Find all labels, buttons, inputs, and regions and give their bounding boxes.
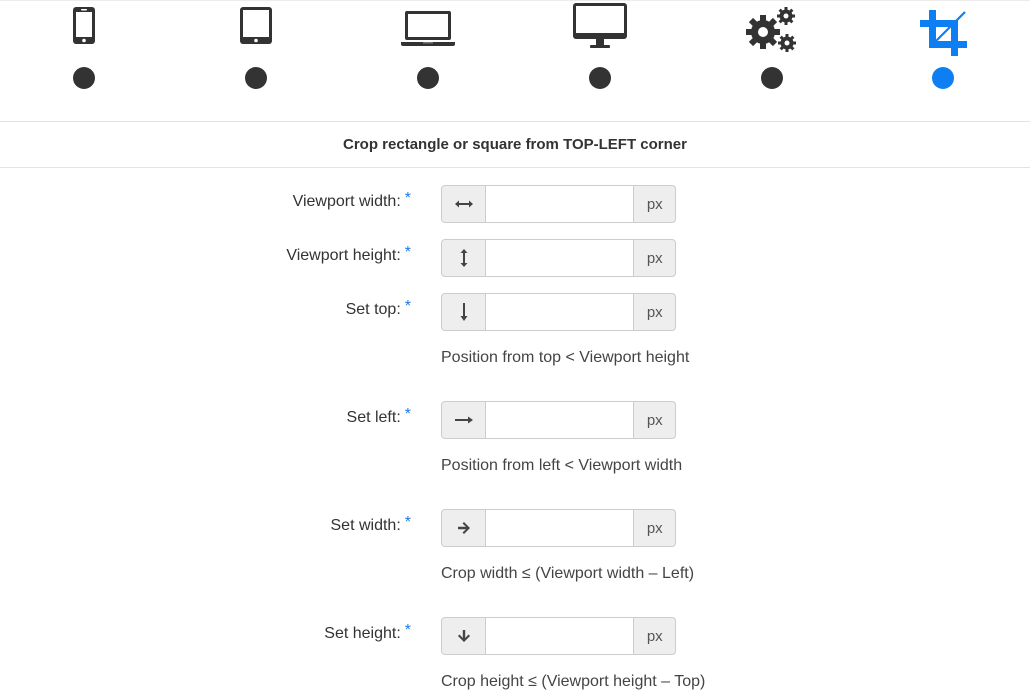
viewport-height-input-group: px (441, 239, 676, 277)
set-left-input-group: px (441, 401, 676, 439)
viewport-height-label: Viewport height: * (286, 244, 411, 264)
desktop-monitor-icon (573, 3, 627, 48)
set-height-input[interactable] (486, 617, 634, 655)
set-height-label: Set height: * (324, 622, 411, 642)
required-marker: * (404, 514, 411, 531)
required-marker: * (404, 298, 411, 315)
set-width-input-group: px (441, 509, 676, 547)
set-top-input[interactable] (486, 293, 634, 331)
set-width-help-text: Crop width ≤ (Viewport width – Left) (441, 565, 695, 582)
set-top-label: Set top: * (345, 298, 411, 318)
set-left-input[interactable] (486, 401, 634, 439)
device-selector-bar (0, 0, 1030, 122)
set-left-unit: px (633, 401, 676, 439)
device-tablet[interactable] (211, 0, 301, 100)
device-crop[interactable] (898, 0, 988, 100)
arrow-right-icon (441, 509, 487, 547)
set-top-input-group: px (441, 293, 676, 331)
set-height-help-text: Crop height ≤ (Viewport height – Top) (441, 673, 706, 690)
viewport-width-unit: px (633, 185, 676, 223)
tablet-icon (240, 7, 272, 44)
gears-icon (746, 7, 796, 52)
device-custom-settings-indicator (761, 67, 783, 89)
device-smartphone[interactable] (39, 0, 129, 100)
set-height-input-group: px (441, 617, 676, 655)
set-width-row: Set width: * px (0, 509, 1030, 547)
arrows-horizontal-icon (441, 185, 487, 223)
device-custom-settings[interactable] (727, 0, 817, 100)
required-marker: * (404, 622, 411, 639)
required-marker: * (404, 190, 411, 207)
viewport-width-label: Viewport width: * (292, 190, 411, 210)
set-width-unit: px (633, 509, 676, 547)
crop-section-title: Crop rectangle or square from TOP-LEFT c… (0, 123, 1030, 168)
set-top-help-text: Position from top < Viewport height (441, 349, 690, 366)
set-width-input[interactable] (486, 509, 634, 547)
laptop-icon (401, 11, 455, 46)
device-smartphone-indicator (73, 67, 95, 89)
smartphone-icon (73, 7, 95, 44)
device-laptop[interactable] (383, 0, 473, 100)
set-width-label: Set width: * (330, 514, 412, 534)
required-marker: * (404, 406, 411, 423)
device-desktop-indicator (589, 67, 611, 89)
long-arrow-down-icon (441, 293, 487, 331)
viewport-height-input[interactable] (486, 239, 634, 277)
set-left-row: Set left: * px (0, 401, 1030, 439)
set-top-row: Set top: * px (0, 293, 1030, 331)
arrow-down-icon (441, 617, 487, 655)
set-top-unit: px (633, 293, 676, 331)
set-left-help-text: Position from left < Viewport width (441, 457, 683, 474)
long-arrow-right-icon (441, 401, 487, 439)
viewport-height-unit: px (633, 239, 676, 277)
device-crop-indicator (932, 67, 954, 89)
device-laptop-indicator (417, 67, 439, 89)
required-marker: * (404, 244, 411, 261)
crop-icon (920, 10, 967, 56)
viewport-width-input[interactable] (486, 185, 634, 223)
viewport-width-row: Viewport width: * px (0, 185, 1030, 223)
set-left-label: Set left: * (346, 406, 411, 426)
viewport-height-row: Viewport height: * px (0, 239, 1030, 277)
device-tablet-indicator (245, 67, 267, 89)
device-desktop[interactable] (555, 0, 645, 100)
viewport-width-input-group: px (441, 185, 676, 223)
set-height-unit: px (633, 617, 676, 655)
top-divider (0, 0, 1030, 1)
set-height-row: Set height: * px (0, 617, 1030, 655)
arrows-vertical-icon (441, 239, 487, 277)
